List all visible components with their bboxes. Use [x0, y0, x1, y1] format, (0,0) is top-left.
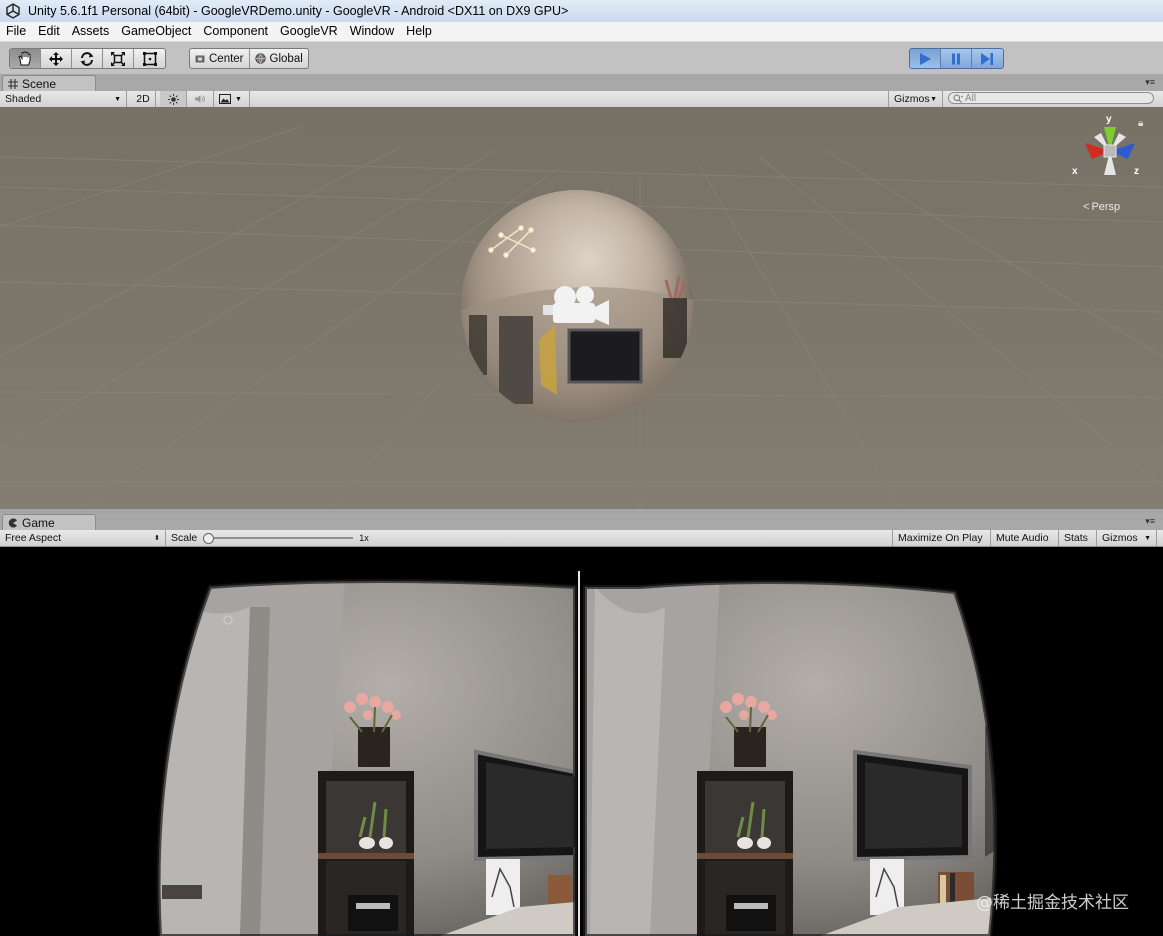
hand-icon — [18, 51, 31, 66]
mute-audio-label: Mute Audio — [996, 532, 1049, 544]
window-title: Unity 5.6.1f1 Personal (64bit) - GoogleV… — [28, 4, 569, 18]
vr-stereo-render — [156, 571, 998, 936]
move-arrows-icon — [49, 51, 63, 66]
scale-label: Scale — [171, 532, 198, 544]
scene-search-placeholder: All — [965, 92, 977, 104]
toggle-2d-button[interactable]: 2D — [131, 91, 156, 107]
shading-mode-value: Shaded — [5, 93, 42, 105]
reflective-sphere[interactable] — [461, 190, 693, 422]
menu-component[interactable]: Component — [197, 22, 274, 41]
scale-value: 1x — [359, 533, 369, 543]
scene-toolbar: Shaded ▼ 2D ▼ Gizmos ▼ All — [0, 91, 1163, 108]
tab-game[interactable]: Game — [2, 514, 96, 530]
globe-icon — [254, 53, 266, 64]
scale-control: Scale 1x — [166, 530, 384, 546]
slider-thumb[interactable] — [203, 533, 215, 544]
menu-help[interactable]: Help — [400, 22, 438, 41]
scene-tab-strip: Scene ▾≡ — [0, 74, 1163, 91]
maximize-on-play-label: Maximize On Play — [898, 532, 983, 544]
step-button[interactable] — [972, 49, 1003, 68]
pause-button[interactable] — [941, 49, 972, 68]
axis-z-label: z — [1134, 166, 1139, 177]
dropdown-arrow-icon: ▼ — [930, 95, 937, 103]
unity-logo-icon — [4, 2, 22, 20]
panel-menu-icon[interactable]: ▾≡ — [1145, 516, 1155, 527]
projection-toggle[interactable]: < Persp — [1083, 201, 1120, 213]
scale-slider[interactable] — [203, 533, 354, 544]
menu-file[interactable]: File — [0, 22, 32, 41]
dropdown-arrow-icon: ▼ — [1144, 534, 1151, 542]
game-toolbar: Free Aspect ⬍ Scale 1x Maximize On Play … — [0, 530, 1163, 547]
sun-icon — [167, 93, 179, 105]
tab-scene[interactable]: Scene — [2, 75, 96, 91]
scene-search-field[interactable]: All — [948, 92, 1154, 104]
pivot-center-button[interactable]: Center — [190, 49, 250, 68]
search-icon — [953, 94, 963, 103]
scene-audio-toggle[interactable] — [187, 91, 214, 107]
pivot-rotation-button[interactable]: Global — [250, 49, 308, 68]
stats-toggle[interactable]: Stats — [1059, 530, 1097, 546]
game-gizmos-dropdown[interactable]: Gizmos ▼ — [1097, 530, 1157, 546]
dropdown-arrow-icon: ▼ — [114, 95, 121, 103]
updown-arrow-icon: ⬍ — [154, 535, 160, 542]
step-forward-icon — [981, 52, 993, 65]
game-gizmos-label: Gizmos — [1102, 532, 1138, 544]
menu-gameobject[interactable]: GameObject — [115, 22, 197, 41]
pivot-center-icon — [195, 55, 205, 62]
orientation-gizmo[interactable]: y x z — [1072, 114, 1146, 197]
rect-transform-icon — [142, 51, 157, 66]
menu-assets[interactable]: Assets — [66, 22, 116, 41]
rotate-icon — [80, 51, 94, 66]
toggle-2d-label: 2D — [136, 93, 150, 105]
aspect-dropdown[interactable]: Free Aspect ⬍ — [0, 530, 166, 546]
hand-tool-button[interactable] — [10, 49, 41, 68]
speaker-icon — [195, 95, 205, 103]
scale-tool-button[interactable] — [103, 49, 134, 68]
chevron-left-icon: < — [1083, 201, 1090, 213]
scene-lighting-toggle[interactable] — [160, 91, 187, 107]
transform-tools — [9, 48, 166, 69]
panel-menu-icon[interactable]: ▾≡ — [1145, 77, 1155, 88]
play-controls — [909, 48, 1004, 69]
title-bar: Unity 5.6.1f1 Personal (64bit) - GoogleV… — [0, 0, 1163, 23]
aspect-value: Free Aspect — [5, 532, 62, 544]
game-tab-strip: Game ▾≡ — [0, 513, 1163, 530]
main-toolbar: Center Global — [0, 42, 1163, 73]
shading-mode-dropdown[interactable]: Shaded ▼ — [0, 91, 127, 107]
watermark-text: @稀土掘金技术社区 — [976, 893, 1129, 913]
axis-x-label: x — [1072, 166, 1078, 177]
tab-scene-label: Scene — [22, 76, 57, 91]
menu-window[interactable]: Window — [344, 22, 400, 41]
pause-icon — [952, 53, 960, 64]
rect-tool-button[interactable] — [134, 49, 165, 68]
menu-edit[interactable]: Edit — [32, 22, 66, 41]
play-button[interactable] — [910, 49, 941, 68]
stats-label: Stats — [1064, 532, 1088, 544]
grid-icon — [8, 78, 18, 89]
scene-view[interactable]: y x z 🔒︎ < Persp — [0, 107, 1163, 509]
tab-game-label: Game — [22, 515, 55, 530]
scene-effects-dropdown[interactable]: ▼ — [214, 91, 250, 107]
game-view[interactable]: @稀土掘金技术社区 — [0, 547, 1163, 936]
menu-googlevr[interactable]: GoogleVR — [274, 22, 344, 41]
scene-gizmos-dropdown[interactable]: Gizmos ▼ — [888, 91, 943, 107]
mute-audio-toggle[interactable]: Mute Audio — [991, 530, 1059, 546]
scale-icon — [111, 51, 125, 66]
pacman-icon — [8, 518, 17, 527]
play-icon — [920, 52, 931, 65]
rotate-tool-button[interactable] — [72, 49, 103, 68]
axis-y-label: y — [1106, 114, 1112, 125]
pivot-rotation-label: Global — [269, 52, 303, 65]
dropdown-arrow-icon: ▼ — [235, 95, 242, 103]
pivot-toggles: Center Global — [189, 48, 309, 69]
lock-icon[interactable]: 🔒︎ — [1138, 118, 1143, 129]
maximize-on-play-toggle[interactable]: Maximize On Play — [892, 530, 991, 546]
projection-label: Persp — [1091, 201, 1121, 213]
scene-gizmos-label: Gizmos — [894, 93, 930, 105]
move-tool-button[interactable] — [41, 49, 72, 68]
menu-bar: File Edit Assets GameObject Component Go… — [0, 22, 1163, 42]
pivot-center-label: Center — [209, 52, 244, 65]
camera-gizmo-icon — [543, 286, 609, 325]
image-effects-icon — [219, 94, 231, 104]
